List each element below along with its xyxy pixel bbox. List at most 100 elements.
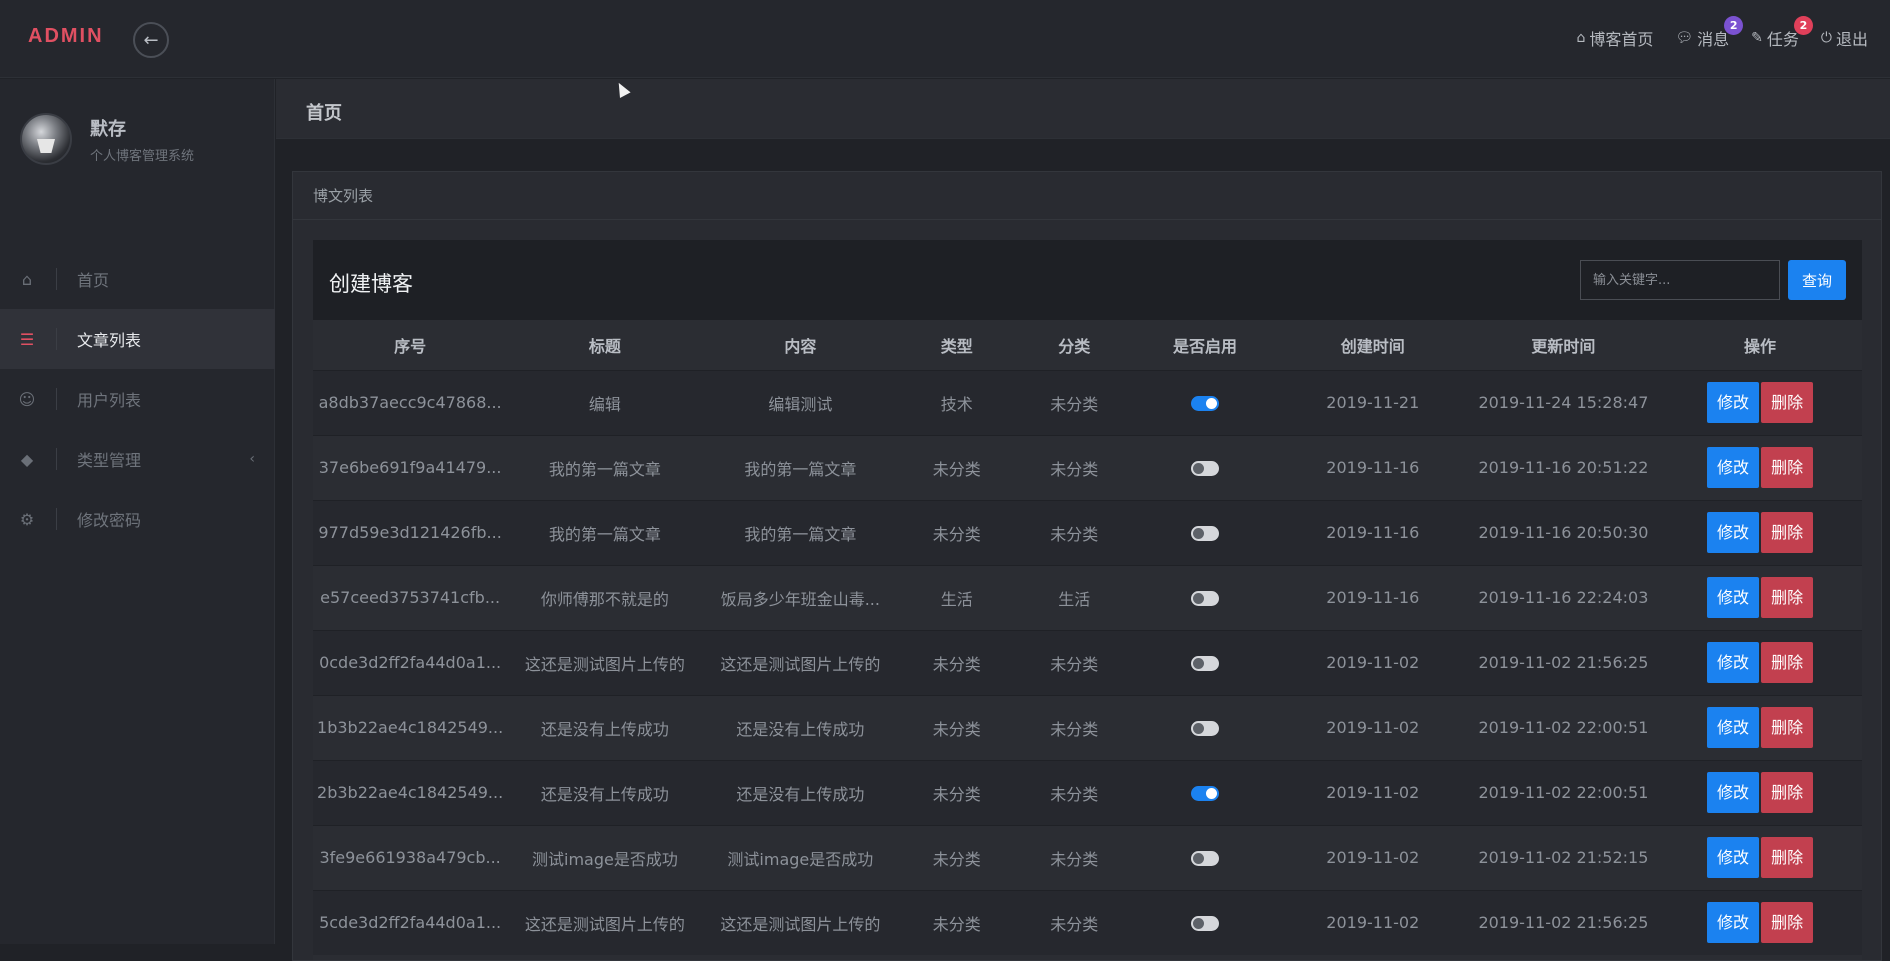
cell-type: 未分类	[898, 759, 1016, 825]
sidebar-item-home[interactable]: ⌂ 首页	[0, 249, 275, 309]
query-button[interactable]: 查询	[1788, 260, 1846, 300]
cell-id: 3fe9e661938a479cb...	[313, 824, 508, 890]
cell-category: 未分类	[1015, 694, 1134, 760]
table-row[interactable]: 1b3b22ae4c1842549... 还是没有上传成功 还是没有上传成功 未分类未…	[313, 694, 1862, 760]
cell-category: 未分类	[1015, 369, 1134, 435]
enabled-toggle[interactable]	[1190, 396, 1219, 411]
separator	[56, 508, 57, 530]
cell-enabled	[1133, 369, 1277, 435]
cell-actions: 修改 删除	[1658, 889, 1862, 955]
cell-content: 我的第一篇文章	[702, 499, 899, 565]
cell-title: 你师傅那不就是的	[507, 564, 703, 630]
nav-messages[interactable]: 💬︎ 消息 2	[1675, 16, 1744, 50]
nav-blog-home-label: 博客首页	[1589, 30, 1654, 49]
enabled-toggle[interactable]	[1190, 526, 1219, 541]
delete-button[interactable]: 删除	[1761, 577, 1814, 618]
cell-id: 977d59e3d121426fb...	[313, 499, 508, 565]
cell-enabled	[1133, 824, 1277, 890]
cell-category: 未分类	[1015, 824, 1134, 890]
cell-created: 2019-11-02	[1276, 824, 1469, 890]
table-row[interactable]: a8db37aecc9c47868... 编辑 编辑测试 技术 未分类 2019-11-2…	[313, 369, 1862, 435]
column-header: 操作	[1658, 320, 1862, 370]
cell-actions: 修改 删除	[1658, 499, 1862, 565]
nav-logout[interactable]: ⏻ 退出	[1821, 26, 1868, 50]
brand-logo[interactable]: ADMIN	[28, 25, 104, 48]
sidebar-item-label: 类型管理	[77, 451, 142, 470]
edit-button[interactable]: 修改	[1707, 642, 1760, 683]
avatar[interactable]	[20, 113, 72, 165]
enabled-toggle[interactable]	[1190, 656, 1219, 671]
cell-updated: 2019-11-16 20:51:22	[1468, 434, 1659, 500]
cell-created: 2019-11-02	[1276, 629, 1469, 695]
delete-button[interactable]: 删除	[1761, 642, 1814, 683]
edit-button[interactable]: 修改	[1707, 447, 1760, 488]
table-row[interactable]: 2b3b22ae4c1842549... 还是没有上传成功 还是没有上传成功 未分类未…	[313, 759, 1862, 825]
table-row[interactable]: 3fe9e661938a479cb... 测试image是否成功 测试image是否…	[313, 824, 1862, 890]
sidebar-item-label: 修改密码	[77, 511, 142, 530]
cell-id: 0cde3d2ff2fa44d0a1...	[313, 629, 508, 695]
article-panel: 创建博客 查询 序号标题内容类型分类是否启用创建时间更新时间操作 a8db37a…	[313, 240, 1862, 960]
separator	[56, 448, 57, 470]
cell-updated: 2019-11-24 15:28:47	[1468, 369, 1659, 435]
delete-button[interactable]: 删除	[1761, 772, 1814, 813]
cell-content: 测试image是否成功	[702, 824, 899, 890]
cell-actions: 修改 删除	[1658, 759, 1862, 825]
delete-button[interactable]: 删除	[1761, 382, 1814, 423]
sidebar-item-types[interactable]: ◆ 类型管理 ‹	[0, 429, 275, 489]
cell-created: 2019-11-16	[1276, 564, 1469, 630]
delete-button[interactable]: 删除	[1761, 447, 1814, 488]
enabled-toggle[interactable]	[1190, 916, 1219, 932]
sidebar-item-label: 首页	[77, 271, 110, 290]
comment-icon: 💬︎	[1675, 30, 1694, 46]
nav-logout-label: 退出	[1835, 30, 1868, 49]
edit-button[interactable]: 修改	[1707, 837, 1760, 878]
enabled-toggle[interactable]	[1190, 591, 1219, 606]
delete-button[interactable]: 删除	[1761, 512, 1814, 553]
enabled-toggle[interactable]	[1190, 461, 1219, 476]
home-icon: ⌂	[21, 269, 33, 289]
cell-enabled	[1133, 889, 1277, 955]
delete-button[interactable]: 删除	[1761, 837, 1814, 878]
sidebar-item-articles[interactable]: ☰ 文章列表	[0, 309, 275, 369]
edit-button[interactable]: 修改	[1707, 577, 1760, 618]
cell-actions: 修改 删除	[1658, 369, 1862, 435]
enabled-toggle[interactable]	[1190, 851, 1219, 866]
nav-tasks[interactable]: ✎ 任务 2	[1751, 16, 1813, 50]
sidebar-item-password[interactable]: ⚙ 修改密码	[0, 489, 275, 549]
edit-button[interactable]: 修改	[1707, 902, 1760, 944]
create-blog-title[interactable]: 创建博客	[329, 268, 413, 298]
cell-category: 未分类	[1015, 434, 1134, 500]
cell-title: 这还是测试图片上传的	[507, 889, 703, 955]
cell-content: 我的第一篇文章	[702, 434, 899, 500]
table-row[interactable]: 5cde3d2ff2fa44d0a1... 这还是测试图片上传的 这还是测试图片上传…	[313, 889, 1862, 955]
edit-button[interactable]: 修改	[1707, 707, 1760, 748]
top-nav: ⌂ 博客首页 💬︎ 消息 2 ✎ 任务 2 ⏻ 退出	[1554, 16, 1868, 50]
cell-category: 未分类	[1015, 499, 1134, 565]
tags-icon: ◆	[20, 449, 34, 469]
cell-category: 未分类	[1015, 759, 1134, 825]
edit-button[interactable]: 修改	[1707, 382, 1760, 423]
column-header: 创建时间	[1276, 320, 1469, 370]
cell-id: e57ceed3753741cfb...	[313, 564, 508, 630]
tasks-badge: 2	[1793, 16, 1813, 35]
cell-enabled	[1133, 499, 1277, 565]
cell-updated: 2019-11-02 22:00:51	[1468, 694, 1659, 760]
arrow-left-icon: ←	[143, 29, 159, 51]
edit-button[interactable]: 修改	[1707, 772, 1760, 813]
table-row[interactable]: 37e6be691f9a41479... 我的第一篇文章 我的第一篇文章 未分类 未分类…	[313, 434, 1862, 500]
cell-enabled	[1133, 694, 1277, 760]
table-row[interactable]: e57ceed3753741cfb... 你师傅那不就是的 饭局多少年班金山毒...…	[313, 564, 1862, 630]
table-row[interactable]: 977d59e3d121426fb... 我的第一篇文章 我的第一篇文章 未分类 未分类…	[313, 499, 1862, 565]
enabled-toggle[interactable]	[1190, 786, 1219, 801]
delete-button[interactable]: 删除	[1761, 902, 1814, 944]
sidebar-toggle-button[interactable]: ←	[133, 22, 169, 58]
card-title: 博文列表	[293, 172, 1881, 220]
table-row[interactable]: 0cde3d2ff2fa44d0a1... 这还是测试图片上传的 这还是测试图片上传…	[313, 629, 1862, 695]
edit-button[interactable]: 修改	[1707, 512, 1760, 553]
search-input[interactable]	[1580, 260, 1780, 300]
sidebar-item-users[interactable]: ☺ 用户列表	[0, 369, 275, 429]
enabled-toggle[interactable]	[1190, 721, 1219, 736]
delete-button[interactable]: 删除	[1761, 707, 1814, 748]
chevron-left-icon: ‹	[249, 451, 255, 467]
nav-blog-home[interactable]: ⌂ 博客首页	[1576, 26, 1653, 50]
